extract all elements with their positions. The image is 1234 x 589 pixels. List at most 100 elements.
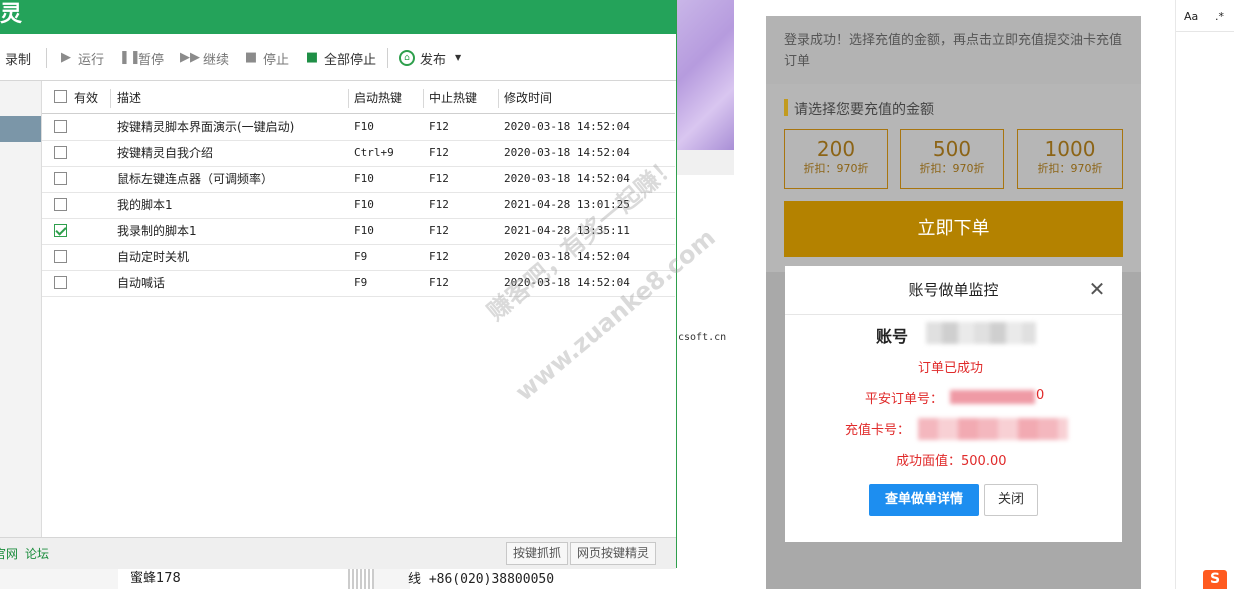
stop-button[interactable]: ■ 停止 [244,49,290,68]
column-header-valid[interactable]: 有效 [74,84,98,113]
web-key-wizard-button[interactable]: 网页按键精灵 [570,542,657,565]
modified-time: 2020-03-18 14:52:04 [504,146,630,159]
table-row[interactable]: 鼠标左键连点器（可调频率） F10 F12 2020-03-18 14:52:04 [42,166,675,193]
script-description: 我的脚本1 [117,198,173,212]
script-description: 鼠标左键连点器（可调频率） [117,172,274,186]
publish-label: 发布 [420,52,447,68]
stop-hotkey: F12 [429,250,449,263]
official-site-link[interactable]: 官网 [0,545,18,562]
order-status-text: 订单已成功 [918,361,984,376]
start-hotkey: F10 [354,198,374,211]
row-enable-checkbox[interactable] [54,198,67,211]
account-label: 账号 [876,327,909,346]
amount-value: 200 [816,137,856,161]
background-bee-label: 蜜蜂178 [118,569,350,589]
start-hotkey: F10 [354,172,374,185]
column-header-stop-key[interactable]: 中止热键 [429,84,477,113]
stop-hotkey: F12 [429,224,449,237]
pause-icon: ❚❚ [119,50,141,65]
table-row[interactable]: 自动喊话 F9 F12 2020-03-18 14:52:04 [42,270,675,297]
place-order-button[interactable]: 立即下单 [784,201,1123,257]
table-header: 有效 描述 启动热键 中止热键 修改时间 [42,84,675,114]
amount-discount: 折扣：970折 [919,162,985,175]
window-title: 灵 [0,2,23,27]
toolbar: 录制 ▶ 运行 ❚❚ 暂停 ▶▶ 继续 ■ 停止 ■ 全部停止 ⌂ 发布 ▼ [0,34,676,81]
login-success-message: 登录成功！选择充值的金额，再点击立即充值提交油卡充值订单 [784,33,1123,69]
select-all-checkbox[interactable] [54,90,67,103]
start-hotkey: Ctrl+9 [354,146,394,159]
stop-hotkey: F12 [429,276,449,289]
sogou-input-icon[interactable]: S [1203,570,1227,589]
record-button[interactable]: 录制 [0,49,32,68]
stop-label: 停止 [263,52,290,68]
modified-time: 2020-03-18 14:52:04 [504,120,630,133]
row-enable-checkbox[interactable] [54,120,67,133]
order-detail-button[interactable]: 查单做单详情 [869,484,979,516]
resume-button[interactable]: ▶▶ 继续 [180,49,230,68]
script-description: 我录制的脚本1 [117,224,197,238]
script-manager-window: 灵 录制 ▶ 运行 ❚❚ 暂停 ▶▶ 继续 ■ 停止 ■ 全部停止 ⌂ 发布 ▼… [0,0,677,569]
pa-order-number-tail: 0 [1036,388,1045,403]
amount-section-title: 请选择您要充值的金额 [794,102,934,118]
stop-icon: ■ [244,50,258,65]
window-titlebar[interactable]: 灵 [0,0,676,34]
amount-discount: 折扣：970折 [803,162,869,175]
column-divider [498,89,499,108]
key-capture-button[interactable]: 按键抓抓 [506,542,569,565]
resume-label: 继续 [203,52,230,68]
section-marker [784,99,788,116]
background-phone-text: 线 +86(020)38800050 [408,572,555,587]
script-description: 按键精灵自我介绍 [117,146,214,160]
row-enable-checkbox[interactable] [54,276,67,289]
status-bar: 官网 论坛 按键抓抓 网页按键精灵 [0,537,676,569]
amount-value: 500 [932,137,972,161]
toolbar-divider [387,48,388,68]
pause-button[interactable]: ❚❚ 暂停 [119,49,165,68]
match-case-toggle[interactable]: Aa [1184,10,1198,23]
account-value-redacted [926,322,1036,344]
start-hotkey: F10 [354,120,374,133]
chevron-down-icon: ▼ [454,53,462,62]
run-label: 运行 [78,52,105,68]
column-divider [110,89,111,108]
modal-title: 账号做单监控 [785,266,1122,315]
background-domain-text: csoft.cn [678,332,727,343]
amount-option-1000[interactable]: 1000 折扣：970折 [1017,129,1123,189]
stop-all-button[interactable]: ■ 全部停止 [305,49,377,68]
row-enable-checkbox[interactable] [54,224,67,237]
card-number-redacted [918,418,1068,440]
row-enable-checkbox[interactable] [54,172,67,185]
amount-discount: 折扣：970折 [1037,162,1103,175]
play-icon: ▶ [61,50,71,65]
table-row[interactable]: 按键精灵自我介绍 Ctrl+9 F12 2020-03-18 14:52:04 [42,140,675,167]
left-panel [0,81,42,537]
forum-link[interactable]: 论坛 [25,545,49,562]
script-description: 自动喊话 [117,276,166,290]
close-icon[interactable]: ✕ [1087,279,1107,299]
start-hotkey: F10 [354,224,374,237]
face-value-text: 成功面值：500.00 [896,454,1007,469]
column-header-start-key[interactable]: 启动热键 [354,84,402,113]
pause-label: 暂停 [138,52,165,68]
row-enable-checkbox[interactable] [54,146,67,159]
amount-option-500[interactable]: 500 折扣：970折 [900,129,1004,189]
record-label: 录制 [5,52,32,68]
column-header-desc[interactable]: 描述 [117,84,141,113]
stop-hotkey: F12 [429,146,449,159]
script-description: 自动定时关机 [117,250,190,264]
modal-close-button[interactable]: 关闭 [984,484,1038,516]
table-row[interactable]: 按键精灵脚本界面演示(一键启动) F10 F12 2020-03-18 14:52:0… [42,114,675,141]
publish-home-icon: ⌂ [399,50,415,66]
run-button[interactable]: ▶ 运行 [59,49,105,68]
regex-toggle[interactable]: .* [1215,10,1224,23]
column-divider [423,89,424,108]
stop-hotkey: F12 [429,172,449,185]
column-header-modified[interactable]: 修改时间 [504,84,552,113]
stop-all-label: 全部停止 [324,52,377,68]
publish-button[interactable]: ⌂ 发布 ▼ [399,49,465,68]
stop-all-icon: ■ [305,50,319,65]
row-enable-checkbox[interactable] [54,250,67,263]
amount-option-200[interactable]: 200 折扣：970折 [784,129,888,189]
left-panel-selected-item[interactable] [0,116,41,142]
amount-value: 1000 [1044,137,1096,161]
